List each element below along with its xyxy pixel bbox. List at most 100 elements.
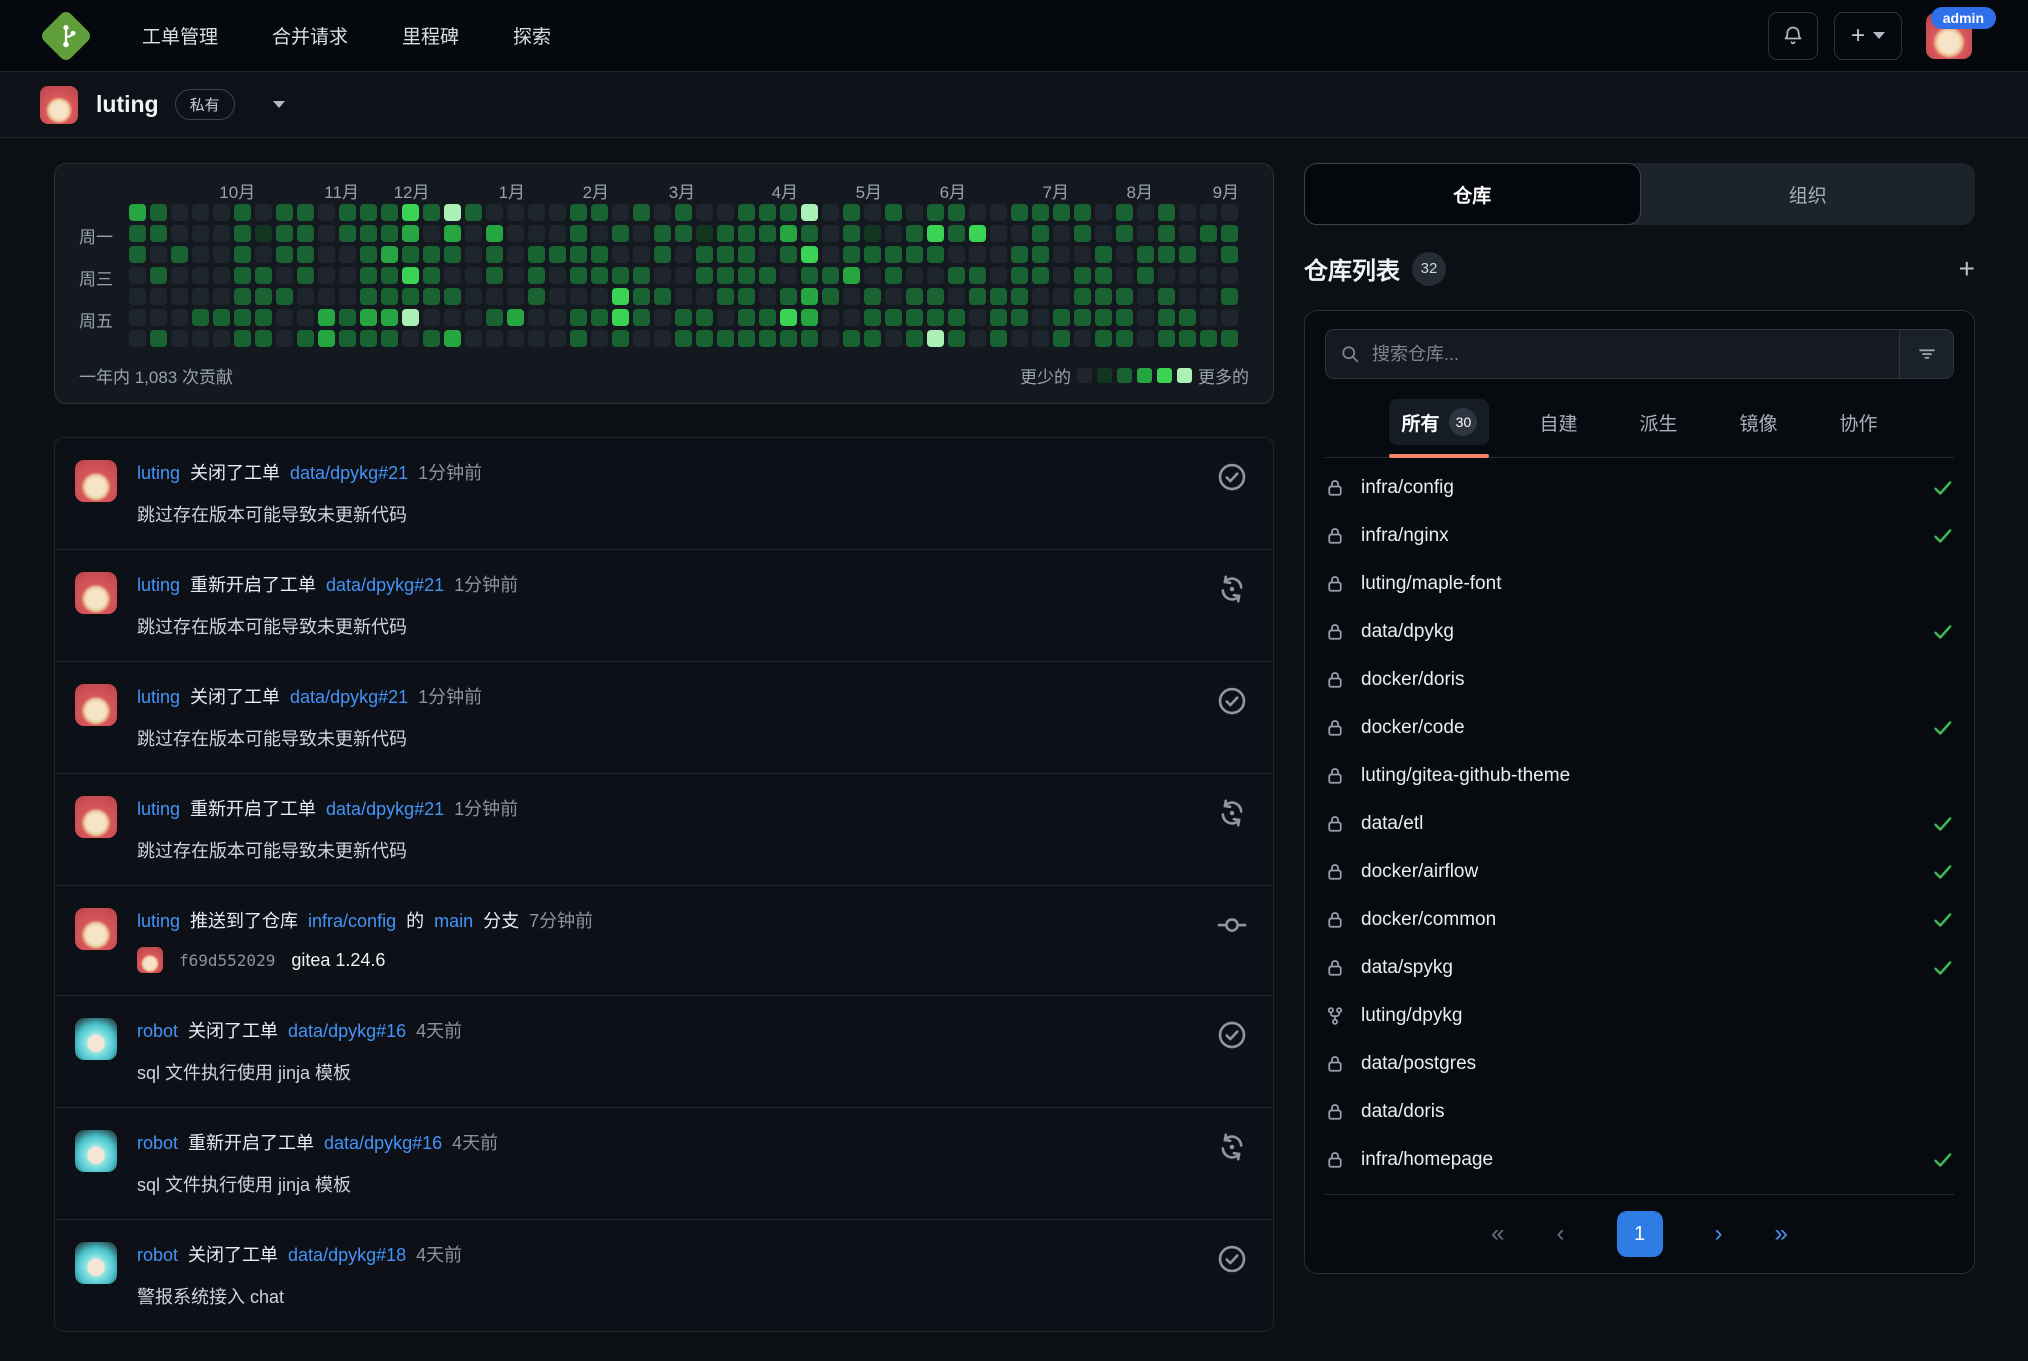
heatmap-cell[interactable]	[654, 225, 671, 242]
heatmap-cell[interactable]	[171, 267, 188, 284]
heatmap-cell[interactable]	[1179, 309, 1196, 326]
heatmap-cell[interactable]	[1137, 288, 1154, 305]
heatmap-cell[interactable]	[171, 330, 188, 347]
heatmap-cell[interactable]	[402, 204, 419, 221]
feed-user-link[interactable]: luting	[137, 460, 180, 486]
heatmap-cell[interactable]	[360, 204, 377, 221]
heatmap-cell[interactable]	[1158, 204, 1175, 221]
heatmap-cell[interactable]	[276, 246, 293, 263]
heatmap-cell[interactable]	[675, 330, 692, 347]
heatmap-cell[interactable]	[381, 330, 398, 347]
heatmap-cell[interactable]	[1053, 246, 1070, 263]
heatmap-cell[interactable]	[822, 246, 839, 263]
heatmap-cell[interactable]	[1137, 204, 1154, 221]
heatmap-cell[interactable]	[213, 288, 230, 305]
heatmap-cell[interactable]	[780, 267, 797, 284]
repo-name[interactable]: data/dpykg	[1361, 621, 1454, 643]
heatmap-cell[interactable]	[717, 267, 734, 284]
heatmap-cell[interactable]	[1032, 309, 1049, 326]
heatmap-cell[interactable]	[465, 204, 482, 221]
heatmap-cell[interactable]	[843, 309, 860, 326]
repo-name[interactable]: luting/dpykg	[1361, 1005, 1462, 1027]
heatmap-cell[interactable]	[570, 246, 587, 263]
feed-repo-link[interactable]: data/dpykg#16	[324, 1130, 442, 1156]
heatmap-cell[interactable]	[780, 330, 797, 347]
user-menu[interactable]: admin	[1926, 13, 1972, 59]
heatmap-cell[interactable]	[1158, 267, 1175, 284]
heatmap-cell[interactable]	[528, 330, 545, 347]
heatmap-cell[interactable]	[150, 330, 167, 347]
heatmap-cell[interactable]	[276, 204, 293, 221]
heatmap-cell[interactable]	[150, 246, 167, 263]
feed-branch-link[interactable]: main	[434, 908, 473, 934]
heatmap-cell[interactable]	[339, 204, 356, 221]
avatar[interactable]	[40, 86, 78, 124]
commit-hash-link[interactable]: f69d552029	[179, 951, 275, 970]
heatmap-cell[interactable]	[423, 330, 440, 347]
heatmap-cell[interactable]	[213, 267, 230, 284]
heatmap-cell[interactable]	[906, 288, 923, 305]
heatmap-cell[interactable]	[360, 225, 377, 242]
heatmap-cell[interactable]	[906, 204, 923, 221]
feed-repo-link[interactable]: data/dpykg#21	[326, 796, 444, 822]
heatmap-cell[interactable]	[990, 309, 1007, 326]
heatmap-cell[interactable]	[423, 204, 440, 221]
heatmap-cell[interactable]	[150, 267, 167, 284]
heatmap-cell[interactable]	[591, 330, 608, 347]
heatmap-cell[interactable]	[423, 309, 440, 326]
heatmap-cell[interactable]	[234, 288, 251, 305]
nav-item-4[interactable]: 探索	[513, 22, 551, 49]
feed-user-link[interactable]: luting	[137, 572, 180, 598]
heatmap-cell[interactable]	[885, 204, 902, 221]
heatmap-cell[interactable]	[129, 204, 146, 221]
user-avatar[interactable]	[75, 460, 117, 502]
feed-repo-link[interactable]: data/dpykg#16	[288, 1018, 406, 1044]
heatmap-cell[interactable]	[297, 267, 314, 284]
heatmap-cell[interactable]	[801, 204, 818, 221]
heatmap-cell[interactable]	[990, 225, 1007, 242]
heatmap-cell[interactable]	[255, 246, 272, 263]
heatmap-cell[interactable]	[822, 288, 839, 305]
heatmap-cell[interactable]	[402, 288, 419, 305]
heatmap-cell[interactable]	[1137, 246, 1154, 263]
heatmap-cell[interactable]	[1074, 204, 1091, 221]
heatmap-cell[interactable]	[150, 309, 167, 326]
heatmap-cell[interactable]	[276, 309, 293, 326]
heatmap-cell[interactable]	[1053, 267, 1070, 284]
heatmap-cell[interactable]	[192, 309, 209, 326]
heatmap-cell[interactable]	[738, 225, 755, 242]
nav-item-1[interactable]: 工单管理	[142, 22, 218, 49]
heatmap-cell[interactable]	[192, 330, 209, 347]
heatmap-cell[interactable]	[1200, 330, 1217, 347]
heatmap-cell[interactable]	[1011, 267, 1028, 284]
heatmap-cell[interactable]	[654, 288, 671, 305]
heatmap-cell[interactable]	[843, 246, 860, 263]
feed-repo-link[interactable]: data/dpykg#21	[290, 684, 408, 710]
heatmap-cell[interactable]	[990, 204, 1007, 221]
heatmap-cell[interactable]	[906, 267, 923, 284]
heatmap-cell[interactable]	[381, 309, 398, 326]
heatmap-cell[interactable]	[444, 204, 461, 221]
heatmap-cell[interactable]	[549, 288, 566, 305]
heatmap-cell[interactable]	[486, 309, 503, 326]
heatmap-cell[interactable]	[549, 225, 566, 242]
feed-user-link[interactable]: robot	[137, 1018, 178, 1044]
heatmap-cell[interactable]	[822, 309, 839, 326]
heatmap-cell[interactable]	[423, 288, 440, 305]
heatmap-cell[interactable]	[486, 225, 503, 242]
repo-row[interactable]: data/doris	[1325, 1088, 1954, 1136]
heatmap-cell[interactable]	[1200, 246, 1217, 263]
heatmap-cell[interactable]	[948, 309, 965, 326]
heatmap-cell[interactable]	[255, 288, 272, 305]
heatmap-cell[interactable]	[1116, 267, 1133, 284]
feed-user-link[interactable]: robot	[137, 1130, 178, 1156]
heatmap-cell[interactable]	[528, 309, 545, 326]
heatmap-cell[interactable]	[360, 309, 377, 326]
heatmap-cell[interactable]	[1221, 309, 1238, 326]
heatmap-cell[interactable]	[1032, 204, 1049, 221]
heatmap-cell[interactable]	[990, 246, 1007, 263]
heatmap-cell[interactable]	[318, 288, 335, 305]
heatmap-cell[interactable]	[675, 309, 692, 326]
heatmap-cell[interactable]	[780, 309, 797, 326]
repo-name[interactable]: data/spykg	[1361, 957, 1453, 979]
